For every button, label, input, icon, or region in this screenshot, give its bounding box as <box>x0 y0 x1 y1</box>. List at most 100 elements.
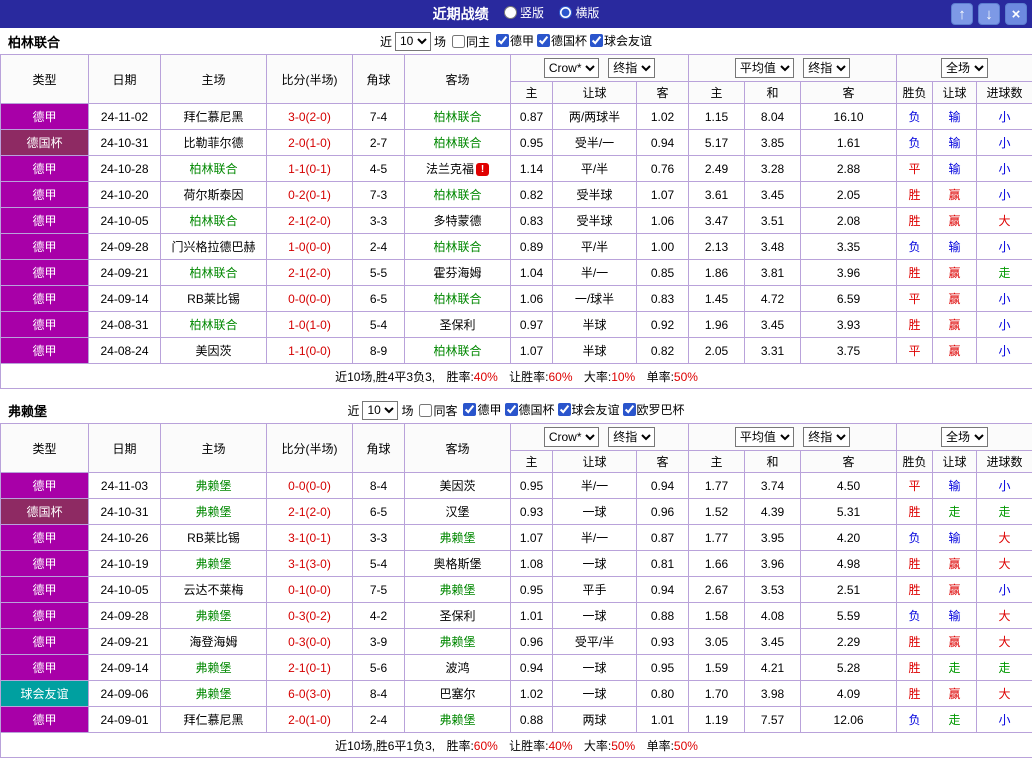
team-link[interactable]: 柏林联合 <box>433 136 481 150</box>
team-link[interactable]: 柏林联合 <box>433 292 481 306</box>
asian-home-odds-cell: 1.01 <box>511 603 553 629</box>
league-filter[interactable]: 欧罗巴杯 <box>623 401 685 418</box>
team-link[interactable]: 美因茨 <box>439 479 475 493</box>
euro-odds-source-select[interactable]: 平均值 <box>735 58 794 78</box>
league-filter[interactable]: 德甲 <box>496 32 534 49</box>
team-link[interactable]: 巴塞尔 <box>439 687 475 701</box>
col-header-corner: 角球 <box>353 424 405 473</box>
layout-option-vertical[interactable]: 竖版 <box>504 4 544 21</box>
team-link[interactable]: 柏林联合 <box>189 318 237 332</box>
team-link[interactable]: 波鸿 <box>445 661 469 675</box>
goals-outcome-cell: 小 <box>977 286 1032 312</box>
league-checkbox[interactable] <box>623 403 636 416</box>
team-link[interactable]: RB莱比锡 <box>187 292 240 306</box>
team-link[interactable]: 弗赖堡 <box>439 531 475 545</box>
scroll-down-button[interactable]: ↓ <box>978 3 1000 25</box>
team-link[interactable]: 法兰克福 <box>426 162 474 176</box>
team-link[interactable]: 拜仁慕尼黑 <box>183 713 243 727</box>
same-venue-filter[interactable]: 同客 <box>419 402 457 419</box>
asian-odds-source-select[interactable]: Crow* <box>544 427 599 447</box>
league-checkbox[interactable] <box>558 403 571 416</box>
team-link[interactable]: 圣保利 <box>439 318 475 332</box>
team-link[interactable]: 弗赖堡 <box>195 479 231 493</box>
team-link[interactable]: 汉堡 <box>445 505 469 519</box>
team-link[interactable]: 柏林联合 <box>433 240 481 254</box>
layout-radio[interactable] <box>559 6 572 19</box>
league-checkbox[interactable] <box>537 34 550 47</box>
asian-home-odds-cell: 1.04 <box>511 260 553 286</box>
team-link[interactable]: 弗赖堡 <box>439 635 475 649</box>
team-link[interactable]: 柏林联合 <box>433 188 481 202</box>
league-checkbox[interactable] <box>463 403 476 416</box>
league-checkbox[interactable] <box>496 34 509 47</box>
match-scope-select[interactable]: 全场 <box>941 58 988 78</box>
euro-odds-kind-select[interactable]: 终指 <box>803 58 850 78</box>
asian-odds-group: Crow* 终指 <box>511 55 689 82</box>
league-filter[interactable]: 德国杯 <box>505 401 555 418</box>
team-link[interactable]: 柏林联合 <box>189 162 237 176</box>
team-link[interactable]: 弗赖堡 <box>195 557 231 571</box>
date-cell: 24-10-05 <box>89 577 161 603</box>
team-link[interactable]: 弗赖堡 <box>195 609 231 623</box>
team-link[interactable]: 柏林联合 <box>433 110 481 124</box>
asian-home-odds-cell: 1.02 <box>511 681 553 707</box>
outcome-cell: 胜 <box>897 312 933 338</box>
alert-icon[interactable]: ! <box>476 163 489 176</box>
layout-radio[interactable] <box>504 6 517 19</box>
team-link[interactable]: 云达不莱梅 <box>183 583 243 597</box>
team-link[interactable]: 多特蒙德 <box>433 214 481 228</box>
euro-odds-source-select[interactable]: 平均值 <box>735 427 794 447</box>
team-link[interactable]: 弗赖堡 <box>439 713 475 727</box>
close-button[interactable]: × <box>1005 3 1027 25</box>
euro-odds-kind-select[interactable]: 终指 <box>803 427 850 447</box>
euro-draw-odds-cell: 8.04 <box>745 104 801 130</box>
team-link[interactable]: 荷尔斯泰因 <box>183 188 243 202</box>
league-filter[interactable]: 德国杯 <box>537 32 587 49</box>
asian-away-odds-cell: 1.02 <box>637 104 689 130</box>
league-cell: 德甲 <box>1 577 89 603</box>
league-checkbox[interactable] <box>590 34 603 47</box>
team-link[interactable]: 弗赖堡 <box>195 505 231 519</box>
league-filter[interactable]: 球会友谊 <box>558 401 620 418</box>
league-filter[interactable]: 球会友谊 <box>590 32 652 49</box>
match-count-select[interactable]: 10 <box>362 401 398 420</box>
match-scope-select[interactable]: 全场 <box>941 427 988 447</box>
euro-away-odds-cell: 16.10 <box>801 104 897 130</box>
team-link[interactable]: 门兴格拉德巴赫 <box>171 240 255 254</box>
euro-draw-odds-cell: 3.45 <box>745 629 801 655</box>
team-link[interactable]: 弗赖堡 <box>195 687 231 701</box>
scroll-up-button[interactable]: ↑ <box>951 3 973 25</box>
league-filter[interactable]: 德甲 <box>463 401 501 418</box>
team-link[interactable]: 柏林联合 <box>433 344 481 358</box>
team-link[interactable]: 比勒菲尔德 <box>183 136 243 150</box>
away-team-cell: 圣保利 <box>405 603 511 629</box>
goals-outcome-cell: 大 <box>977 208 1032 234</box>
match-row: 德甲24-09-14RB莱比锡0-0(0-0)6-5柏林联合1.06一/球半0.… <box>1 286 1032 312</box>
asian-odds-source-select[interactable]: Crow* <box>544 58 599 78</box>
team-link[interactable]: 奥格斯堡 <box>433 557 481 571</box>
match-count-select[interactable]: 10 <box>395 32 431 51</box>
result-group: 全场 <box>897 424 1032 451</box>
score-cell: 3-0(2-0) <box>267 104 353 130</box>
same-venue-checkbox[interactable] <box>419 404 432 417</box>
layout-option-horizontal[interactable]: 横版 <box>559 4 599 21</box>
team-link[interactable]: 弗赖堡 <box>439 583 475 597</box>
asian-odds-kind-select[interactable]: 终指 <box>608 427 655 447</box>
team-link[interactable]: 美因茨 <box>195 344 231 358</box>
summary-stat-label: 大率: <box>581 739 612 753</box>
team-link[interactable]: 拜仁慕尼黑 <box>183 110 243 124</box>
team-link[interactable]: 圣保利 <box>439 609 475 623</box>
league-checkbox[interactable] <box>505 403 518 416</box>
team-link[interactable]: 海登海姆 <box>189 635 237 649</box>
asian-odds-kind-select[interactable]: 终指 <box>608 58 655 78</box>
same-venue-filter[interactable]: 同主 <box>452 33 490 50</box>
team-link[interactable]: 弗赖堡 <box>195 661 231 675</box>
team-link[interactable]: 柏林联合 <box>189 214 237 228</box>
same-venue-checkbox[interactable] <box>452 35 465 48</box>
team-link[interactable]: RB莱比锡 <box>187 531 240 545</box>
team-link[interactable]: 霍芬海姆 <box>433 266 481 280</box>
match-row: 德甲24-09-21柏林联合2-1(2-0)5-5霍芬海姆1.04半/一0.85… <box>1 260 1032 286</box>
league-cell: 德甲 <box>1 707 89 733</box>
team-link[interactable]: 柏林联合 <box>189 266 237 280</box>
handicap-cell: 一球 <box>553 655 637 681</box>
